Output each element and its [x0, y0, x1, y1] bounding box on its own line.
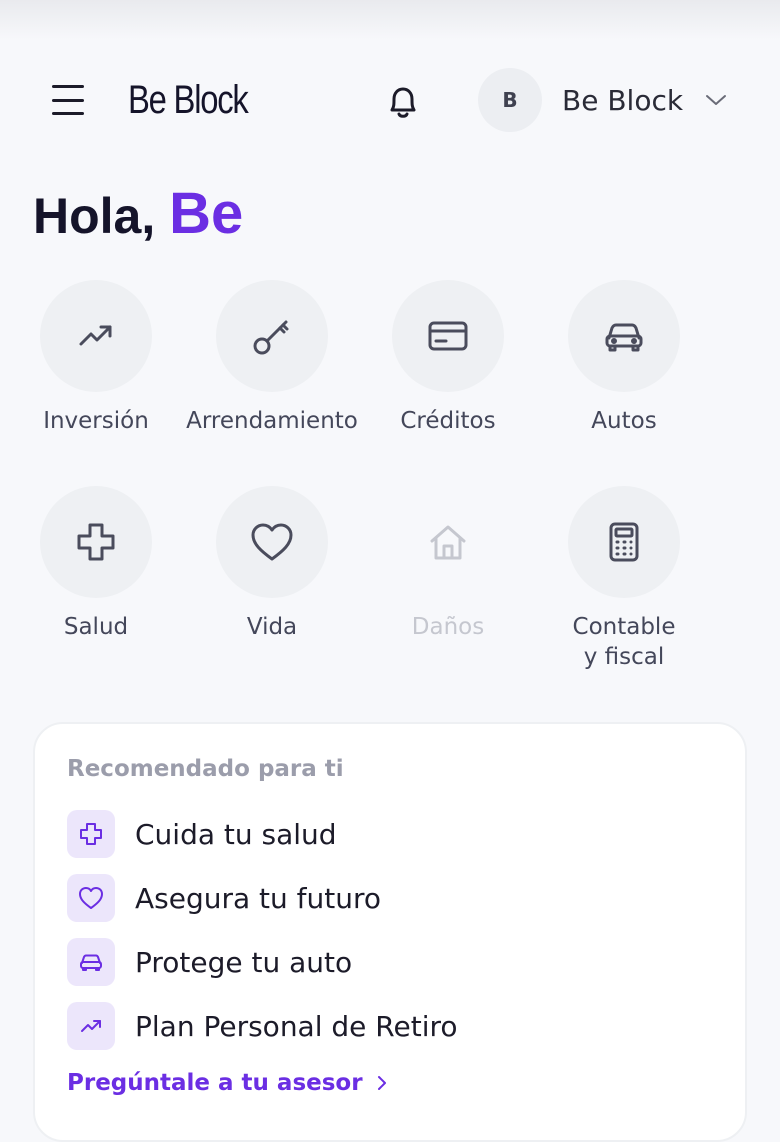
recommended-title: Recomendado para ti — [67, 756, 344, 782]
rec-item-retiro[interactable]: Plan Personal de Retiro — [67, 1002, 458, 1050]
rec-icon-bg — [67, 1002, 115, 1050]
service-icon-circle — [392, 486, 504, 598]
ask-advisor-label: Pregúntale a tu asesor — [67, 1070, 363, 1096]
service-icon-circle — [392, 280, 504, 392]
service-icon-circle — [216, 280, 328, 392]
service-icon-circle — [568, 280, 680, 392]
heart-icon — [251, 523, 293, 561]
ask-advisor-link[interactable]: Pregúntale a tu asesor — [67, 1070, 387, 1096]
house-icon — [430, 525, 466, 560]
service-label: Salud — [63, 614, 129, 640]
service-label: Créditos — [400, 408, 496, 434]
service-autos[interactable]: Autos — [536, 280, 712, 436]
app-logo: Be Block — [128, 78, 249, 122]
key-icon — [253, 320, 289, 355]
service-label: Contable y fiscal — [536, 612, 712, 672]
car-icon — [80, 954, 102, 971]
service-label: Autos — [591, 408, 657, 434]
service-icon-circle — [568, 486, 680, 598]
service-label-line2: y fiscal — [583, 644, 665, 670]
service-arrendamiento[interactable]: Arrendamiento — [184, 280, 360, 436]
service-creditos[interactable]: Créditos — [360, 280, 536, 436]
service-label: Arrendamiento — [186, 408, 358, 434]
rec-label: Protege tu auto — [135, 945, 353, 979]
credit-card-icon — [428, 321, 468, 351]
trending-up-icon — [81, 1020, 101, 1032]
greeting-heading: Hola, Be — [33, 180, 243, 247]
rec-label: Asegura tu futuro — [135, 881, 382, 915]
greeting-prefix: Hola, — [33, 188, 156, 244]
service-icon-circle — [40, 280, 152, 392]
rec-item-futuro[interactable]: Asegura tu futuro — [67, 874, 381, 922]
car-icon — [605, 323, 643, 352]
chevron-right-icon — [377, 1076, 386, 1090]
service-inversion[interactable]: Inversión — [8, 280, 184, 436]
rec-icon-bg — [67, 810, 115, 858]
avatar: B — [478, 68, 542, 132]
health-cross-icon — [77, 523, 115, 561]
service-label-line1: Contable — [572, 614, 676, 640]
service-label: Vida — [246, 614, 298, 640]
rec-label: Plan Personal de Retiro — [135, 1009, 458, 1043]
rec-label: Cuida tu salud — [135, 817, 337, 851]
service-icon-circle — [40, 486, 152, 598]
app-header: Be Block B Be Block — [0, 60, 780, 140]
service-label: Daños — [411, 614, 485, 640]
heart-icon — [79, 887, 103, 909]
service-salud[interactable]: Salud — [8, 486, 184, 642]
recommended-card: Recomendado para ti Cuida tu salud Asegu… — [33, 722, 747, 1142]
hamburger-menu-icon[interactable] — [48, 82, 88, 118]
health-cross-icon — [80, 823, 102, 845]
rec-item-salud[interactable]: Cuida tu salud — [67, 810, 337, 858]
chevron-down-icon — [706, 95, 727, 105]
top-fade — [0, 0, 780, 40]
rec-icon-bg — [67, 874, 115, 922]
service-vida[interactable]: Vida — [184, 486, 360, 642]
service-icon-circle — [216, 486, 328, 598]
service-label: Inversión — [43, 408, 149, 434]
calculator-icon — [609, 522, 639, 562]
user-menu[interactable]: B Be Block — [478, 68, 738, 132]
user-name: Be Block — [562, 83, 684, 117]
trending-up-icon — [79, 325, 112, 346]
rec-icon-bg — [67, 938, 115, 986]
service-contable-fiscal[interactable]: Contable y fiscal — [536, 486, 712, 672]
service-danos: Daños — [360, 486, 536, 642]
rec-item-auto[interactable]: Protege tu auto — [67, 938, 352, 986]
greeting-name: Be — [169, 181, 244, 246]
bell-icon[interactable] — [384, 82, 422, 122]
